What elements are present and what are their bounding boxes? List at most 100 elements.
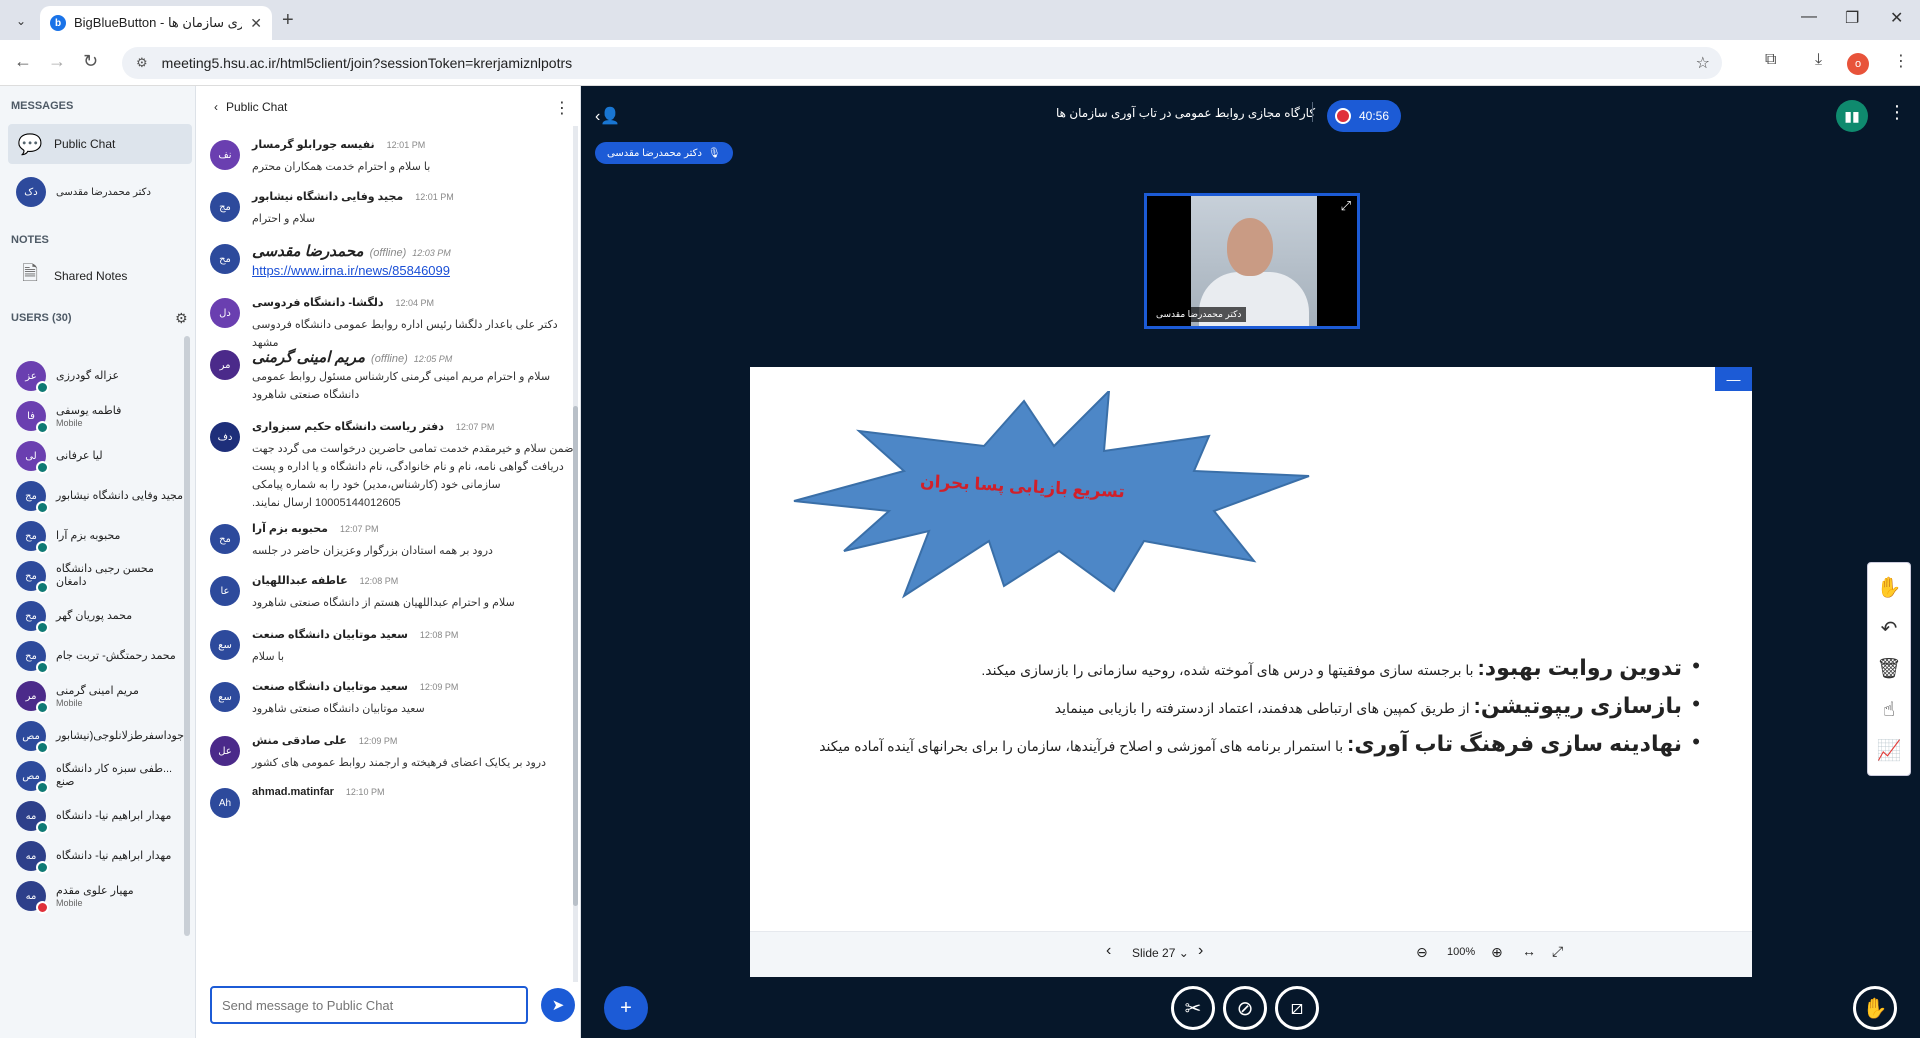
extensions-icon[interactable]: ⧉ — [1765, 51, 1776, 69]
chat-scrollbar[interactable] — [573, 126, 578, 982]
user-list-item[interactable]: مر مریم امینی گرمنی Mobile — [16, 676, 184, 716]
message-time: 12:09 PM — [419, 682, 459, 692]
chevron-left-icon[interactable]: ‹ — [214, 100, 218, 114]
bookmark-star-icon[interactable]: ☆ — [1696, 53, 1710, 73]
share-screen-button[interactable]: ⧄ — [1275, 986, 1319, 1030]
audio-off-icon: ✂ — [1184, 997, 1202, 1020]
avatar: مح — [16, 521, 49, 554]
sidebar-item-public-chat[interactable]: 💬 Public Chat — [8, 124, 192, 164]
delete-icon[interactable]: 🗑 — [1876, 656, 1901, 681]
public-chat-label: Public Chat — [54, 137, 116, 151]
multi-user-icon[interactable]: ☝ — [1883, 697, 1895, 722]
user-list-item[interactable]: مص ...جوداسفرطزلانلوجی(نیشابور — [16, 716, 184, 756]
message-header: سعید موتابیان دانشگاه صنعت 12:09 PM — [252, 680, 458, 693]
message-header: عاطفه عبداللهیان 12:08 PM — [252, 574, 398, 587]
user-name: محمد رحمتگش- تربت جام — [56, 649, 176, 662]
tab-search-chevron-icon[interactable]: ⌄ — [10, 10, 32, 32]
avatar-initials: مه — [25, 890, 37, 902]
user-list-item[interactable]: فا فاطمه یوسفی Mobile — [16, 396, 184, 436]
recording-indicator[interactable]: 40:56 — [1327, 100, 1401, 132]
browser-menu-icon[interactable]: ⋮ — [1893, 51, 1909, 71]
fullscreen-icon[interactable]: ⤢ — [1341, 198, 1351, 214]
user-list-item[interactable]: مه مهدار ابراهیم نیا- دانشگاه — [16, 796, 184, 836]
back-icon[interactable]: ← — [14, 51, 32, 72]
message-link[interactable]: https://www.irna.ir/news/85846099 — [252, 262, 574, 280]
user-list-item[interactable]: مه مهدار ابراهیم نیا- دانشگاه — [16, 836, 184, 876]
undo-icon[interactable]: ↶ — [1881, 616, 1898, 641]
avatar: نف — [210, 140, 240, 170]
user-name: محبوبه بزم آرا — [56, 529, 121, 542]
browser-tab[interactable]: b BigBlueButton - آوری سازمان ها ✕ — [40, 6, 272, 40]
forward-icon[interactable]: → — [48, 51, 66, 72]
new-tab-icon[interactable]: + — [282, 9, 294, 32]
user-list-item[interactable]: مح محسن رجبی دانشگاه دامغان — [16, 556, 184, 596]
minimize-window-icon[interactable]: — — [1801, 8, 1817, 26]
chat-panel: ‹ Public Chat ⋮ نف نفیسه جورابلو گرمسار 12… — [196, 86, 581, 1038]
user-name: عزاله گودرزی — [56, 369, 120, 382]
talking-indicator[interactable]: 🎙 دکتر محمدرضا مقدسی — [595, 142, 733, 164]
message-text: با سلام و احترام خدمت همکاران محترم — [252, 161, 431, 173]
minimize-presentation-button[interactable]: — — [1715, 367, 1752, 391]
fit-page-icon[interactable]: ⤢ — [1552, 943, 1563, 960]
pan-hand-icon[interactable]: ✋ — [1877, 575, 1902, 600]
chat-options-icon[interactable]: ⋮ — [554, 98, 570, 118]
user-device-label: Mobile — [56, 417, 83, 428]
user-status-icon — [36, 861, 49, 874]
avatar: مر — [16, 681, 49, 714]
bigbluebutton-favicon-icon: b — [50, 15, 66, 31]
avatar: Ah — [210, 788, 240, 818]
chat-title: Public Chat — [226, 100, 288, 114]
user-list-item[interactable]: لی لیا عرفانی — [16, 436, 184, 476]
webcam-video[interactable]: دکتر محمدرضا مقدسی ⤢ — [1144, 193, 1360, 329]
user-name: فاطمه یوسفی — [56, 404, 122, 417]
site-info-icon[interactable]: ⚙ — [136, 55, 148, 71]
previous-slide-icon[interactable]: ‹ — [1106, 942, 1111, 960]
user-options-gear-icon[interactable]: ⚙ — [175, 310, 188, 327]
restore-window-icon[interactable]: ❐ — [1845, 8, 1859, 28]
chat-header[interactable]: ‹ Public Chat — [214, 100, 287, 114]
toggle-user-list-icon[interactable]: ‹👤 — [595, 106, 620, 126]
browser-tab-bar: ⌄ b BigBlueButton - آوری سازمان ها ✕ + —… — [0, 0, 1920, 40]
message-text: سلام و احترام — [252, 213, 316, 225]
user-list-item[interactable]: مج مجید وفایی دانشگاه نیشابور — [16, 476, 184, 516]
webcam-user-label[interactable]: دکتر محمدرضا مقدسی — [1151, 307, 1247, 322]
slide-selector[interactable]: Slide 27 ⌄ — [1132, 946, 1189, 960]
zoom-out-icon[interactable]: ⊖ — [1416, 944, 1428, 961]
close-tab-icon[interactable]: ✕ — [250, 15, 262, 32]
downloads-icon[interactable]: ⤓ — [1815, 51, 1822, 69]
reload-icon[interactable]: ↻ — [83, 51, 98, 72]
sidebar-item-private-chat[interactable]: دک دکتر محمدرضا مقدسی — [8, 172, 192, 212]
user-list-item[interactable]: مح محبوبه بزم آرا — [16, 516, 184, 556]
user-list-item[interactable]: مح محمد رحمتگش- تربت جام — [16, 636, 184, 676]
fit-width-icon[interactable]: ↔ — [1522, 943, 1536, 959]
close-window-icon[interactable]: ✕ — [1890, 8, 1903, 28]
user-list-item[interactable]: مه مهیار علوی مقدم Mobile — [16, 876, 184, 916]
user-list-scrollbar[interactable] — [184, 336, 190, 936]
profile-avatar[interactable]: o — [1847, 53, 1869, 75]
next-slide-icon[interactable]: › — [1198, 942, 1203, 960]
leave-audio-button[interactable]: ✂ — [1171, 986, 1215, 1030]
zoom-in-icon[interactable]: ⊕ — [1491, 944, 1503, 961]
address-bar[interactable]: ⚙ meeting5.hsu.ac.ir/html5client/join?se… — [122, 47, 1722, 79]
user-name: مهدار ابراهیم نیا- دانشگاه — [56, 809, 172, 822]
whiteboard-toolbar: ✋ ↶ 🗑 ☝ 📈 — [1867, 562, 1911, 776]
sidebar-item-shared-notes[interactable]: 🗎 Shared Notes — [8, 256, 192, 296]
sender-name: محمدرضا مقدسی — [252, 243, 364, 260]
options-menu-icon[interactable]: ⋮ — [1888, 102, 1906, 123]
chat-message-input[interactable] — [222, 997, 526, 1013]
raise-hand-button[interactable]: ✋ — [1853, 986, 1897, 1030]
user-name: محسن رجبی دانشگاه دامغان — [56, 563, 154, 588]
send-message-button[interactable]: ➤ — [541, 988, 575, 1022]
user-list-item[interactable]: مص ...طفی سبزه کار دانشگاه صنع — [16, 756, 184, 796]
user-list-item[interactable]: عز عزاله گودرزی — [16, 356, 184, 396]
actions-plus-button[interactable]: + — [604, 986, 648, 1030]
toggle-webcam-button[interactable]: ⊘ — [1223, 986, 1267, 1030]
avatar: فا — [16, 401, 49, 434]
connection-status-icon[interactable]: ▮▮ — [1836, 100, 1868, 132]
chart-icon[interactable]: 📈 — [1877, 738, 1902, 763]
avatar-initials: فا — [27, 410, 35, 422]
slide-controls: ‹ Slide 27 ⌄ › ⊖ 100% ⊕ ↔ ⤢ — [750, 931, 1752, 977]
user-status-icon — [36, 781, 49, 794]
user-list-item[interactable]: مح محمد پوریان گهر — [16, 596, 184, 636]
title-separator — [1312, 102, 1313, 122]
